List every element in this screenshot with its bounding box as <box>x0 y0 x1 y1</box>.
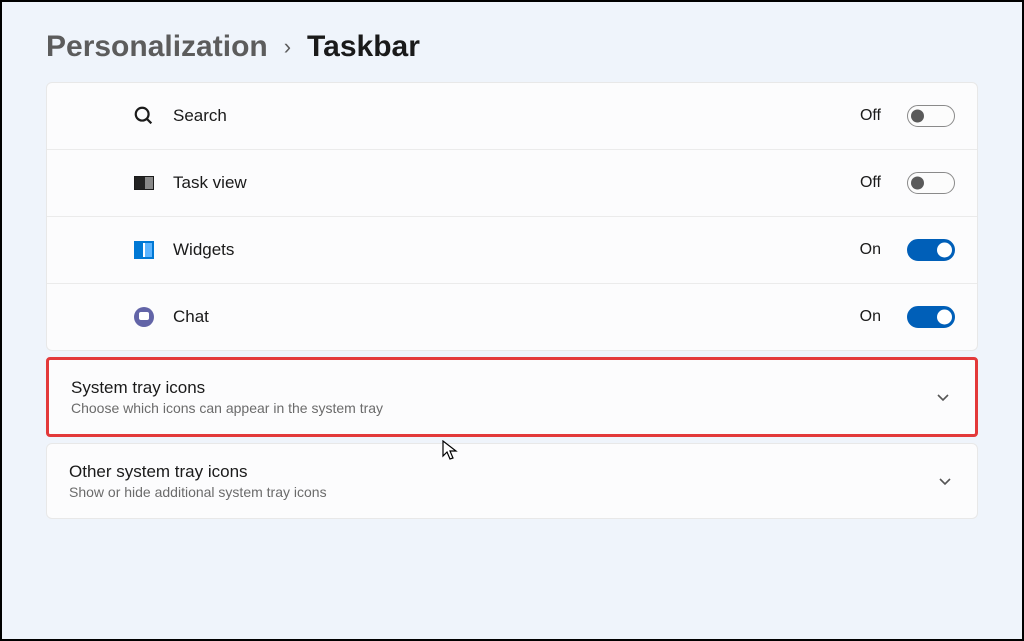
taskbar-item-label: Search <box>173 106 842 126</box>
system-tray-icons-section[interactable]: System tray icons Choose which icons can… <box>46 357 978 437</box>
breadcrumb-parent[interactable]: Personalization <box>46 30 268 64</box>
section-subtitle: Show or hide additional system tray icon… <box>69 484 919 500</box>
taskbar-item-label: Task view <box>173 173 842 193</box>
section-title: Other system tray icons <box>69 462 919 482</box>
taskbar-items-panel: Search Off Task view Off Widgets On Chat… <box>46 82 978 351</box>
chevron-down-icon <box>935 389 951 405</box>
taskbar-item-search: Search Off <box>47 83 977 150</box>
toggle-state-text: On <box>860 308 881 326</box>
search-icon <box>133 105 155 127</box>
widgets-toggle[interactable] <box>907 239 955 261</box>
taskbar-item-task-view: Task view Off <box>47 150 977 217</box>
search-toggle[interactable] <box>907 105 955 127</box>
toggle-state-text: Off <box>860 107 881 125</box>
taskbar-item-label: Widgets <box>173 240 842 260</box>
toggle-state-text: On <box>860 241 881 259</box>
section-title: System tray icons <box>71 378 917 398</box>
other-system-tray-icons-section[interactable]: Other system tray icons Show or hide add… <box>46 443 978 519</box>
widgets-icon <box>133 239 155 261</box>
chevron-right-icon: › <box>284 34 291 60</box>
task-view-icon <box>133 172 155 194</box>
taskbar-item-widgets: Widgets On <box>47 217 977 284</box>
section-subtitle: Choose which icons can appear in the sys… <box>71 400 917 416</box>
breadcrumb-current: Taskbar <box>307 30 420 64</box>
chat-toggle[interactable] <box>907 306 955 328</box>
chat-icon <box>133 306 155 328</box>
toggle-state-text: Off <box>860 174 881 192</box>
breadcrumb: Personalization › Taskbar <box>46 30 978 64</box>
taskbar-item-chat: Chat On <box>47 284 977 350</box>
taskbar-item-label: Chat <box>173 307 842 327</box>
task-view-toggle[interactable] <box>907 172 955 194</box>
chevron-down-icon <box>937 473 953 489</box>
